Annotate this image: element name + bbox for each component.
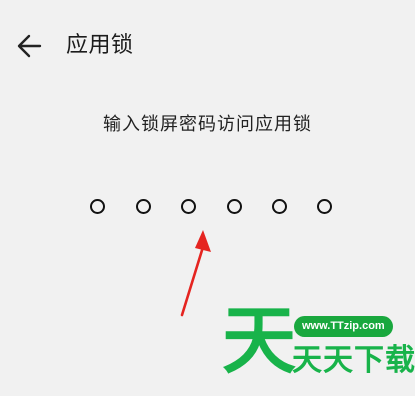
watermark-text: 天天下载 — [292, 343, 415, 378]
back-button[interactable] — [12, 30, 48, 62]
pin-dot-2 — [136, 199, 151, 214]
pin-dot-1 — [90, 199, 105, 214]
page-title: 应用锁 — [66, 33, 134, 58]
watermark-url-badge: www.TTzip.com — [294, 316, 393, 337]
pin-dot-4 — [227, 199, 242, 214]
pin-dot-5 — [272, 199, 287, 214]
watermark-big-char: 天 — [222, 298, 296, 384]
pin-dot-3 — [181, 199, 196, 214]
top-app-bar: 应用锁 — [0, 0, 415, 90]
lock-prompt: 输入锁屏密码访问应用锁 — [103, 114, 312, 135]
pin-dot-6 — [317, 199, 332, 214]
pin-indicator — [0, 199, 415, 219]
arrow-left-icon — [17, 34, 42, 58]
ttzip-watermark: 天 www.TTzip.com 天天下载 — [222, 298, 415, 390]
app-lock-screen: 应用锁 输入锁屏密码访问应用锁 天 www.TTzip.com 天天下载 — [0, 0, 415, 396]
